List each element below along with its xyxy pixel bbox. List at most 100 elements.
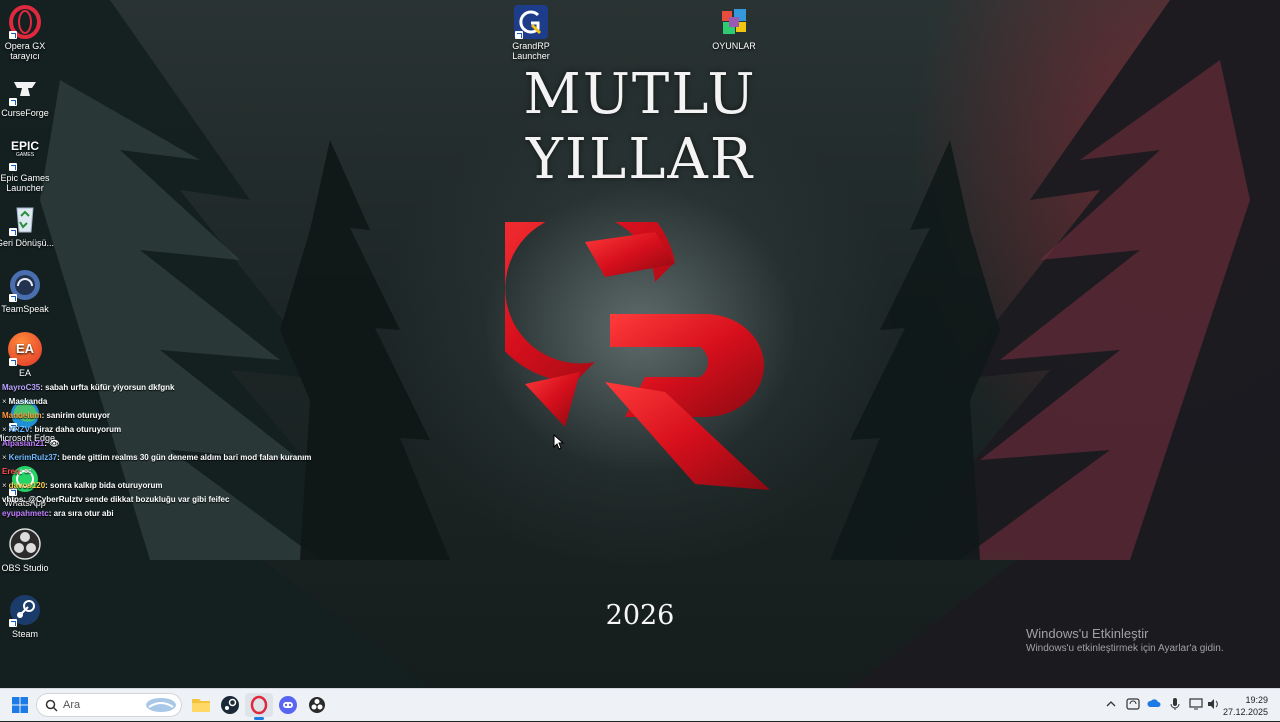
chat-text: : sanirim oturuyor — [41, 411, 111, 420]
chat-username: vhtps — [2, 495, 24, 504]
search-highlight-icon — [146, 698, 176, 712]
close-icon: × — [2, 425, 7, 434]
chat-text: : biraz daha oturuyorum — [29, 425, 122, 434]
obs-logo-icon — [8, 527, 42, 561]
opera-gx-icon[interactable]: Opera GX tarayıcı — [0, 5, 61, 61]
wallpaper-year: 2026 — [605, 600, 675, 631]
taskbar-obs-studio[interactable] — [303, 693, 331, 717]
recycle-bin-icon[interactable]: Geri Dönüşü... — [0, 202, 61, 248]
shortcut-arrow-icon — [9, 98, 17, 106]
shortcut-arrow-icon — [515, 31, 523, 39]
clock-time: 19:29 — [1245, 695, 1268, 705]
shortcut-arrow-icon — [9, 228, 17, 236]
start-button[interactable] — [6, 693, 34, 717]
oyunlar-folder-graphic-icon — [717, 5, 751, 39]
taskbar-discord[interactable] — [274, 693, 302, 717]
sync-icon[interactable] — [1126, 697, 1140, 711]
chat-username: Alpaslan21 — [2, 439, 45, 448]
epic-games-logo-icon: EPIC GAMES — [8, 137, 42, 171]
stream-chat-overlay: MayroC35: sabah urfta küfür yiyorsun dkf… — [2, 381, 311, 521]
teamspeak-icon[interactable]: TeamSpeak — [0, 268, 61, 314]
curseforge-icon[interactable]: CurseForge — [0, 72, 61, 118]
icon-label: EA — [18, 368, 31, 378]
epic-glyph: EPIC — [10, 139, 39, 153]
network-cloud-icon[interactable] — [1147, 697, 1161, 711]
taskbar-opera-gx[interactable] — [245, 693, 273, 720]
close-icon: × — [2, 481, 7, 490]
icon-label: GrandRP Launcher — [512, 41, 550, 61]
chat-message: × Maskanda — [2, 395, 302, 409]
obs-studio-icon — [309, 697, 325, 713]
chat-username: Eren — [2, 467, 20, 476]
taskbar-search-input[interactable]: Ara — [36, 693, 182, 717]
chat-text: : 👁 — [44, 439, 60, 448]
icon-label: TeamSpeak — [1, 304, 49, 314]
icon-label: Opera GX tarayıcı — [4, 41, 46, 61]
clock-date: 27.12.2025 — [1222, 707, 1268, 717]
close-icon: × — [2, 453, 7, 462]
shortcut-arrow-icon — [9, 31, 17, 39]
icon-label: Steam — [11, 629, 38, 639]
chat-username: Mandelum — [2, 411, 42, 420]
steam-logo-icon — [8, 593, 42, 627]
activation-title: Windows'u Etkinleştir — [1026, 626, 1149, 641]
file-explorer-icon — [192, 699, 210, 712]
volume-icon[interactable] — [1206, 697, 1220, 711]
chat-text: : sabah urfta küfür yiyorsun dkfgnk — [40, 383, 175, 392]
chat-username: KerimRulz37 — [8, 453, 58, 462]
display-icon[interactable] — [1189, 697, 1203, 711]
chat-message: × XRZV: biraz daha oturuyorum — [2, 423, 302, 437]
steam-icon — [221, 696, 239, 714]
opera-gx-logo-icon — [8, 5, 42, 39]
oyunlar-folder-icon[interactable]: OYUNLAR — [698, 5, 770, 51]
chat-username: davos120 — [8, 481, 46, 490]
icon-label: OBS Studio — [1, 563, 49, 573]
chat-message: Eren: ✉ — [2, 465, 302, 479]
chat-text: Maskanda — [8, 397, 48, 406]
epic-games-icon[interactable]: EPIC GAMES Epic Games Launcher — [0, 137, 61, 193]
activation-subtitle: Windows'u etkinleştirmek için Ayarlar'a … — [1026, 643, 1224, 654]
taskbar-clock[interactable]: 19:29 27.12.2025 — [1223, 694, 1268, 718]
steam-icon[interactable]: Steam — [0, 593, 61, 639]
opera-gx-icon — [250, 695, 268, 715]
icon-label: Geri Dönüşü... — [0, 238, 55, 248]
ea-logo-icon: EA — [8, 332, 42, 366]
chat-message: MayroC35: sabah urfta küfür yiyorsun dkf… — [2, 381, 302, 395]
desktop-wallpaper: MUTLU YILLAR 2026 — [0, 0, 1280, 688]
recycle-bin-graphic-icon — [8, 202, 42, 236]
chat-text: : sonra kalkıp bida oturuyorum — [45, 481, 163, 490]
grandrp-logo — [505, 222, 770, 490]
grandrp-launcher-icon[interactable]: GrandRP Launcher — [495, 5, 567, 61]
chat-message: × davos120: sonra kalkıp bida oturuyorum — [2, 479, 302, 493]
taskbar-file-explorer[interactable] — [187, 693, 215, 717]
pine-trees-right — [830, 0, 1280, 688]
shortcut-arrow-icon — [9, 619, 17, 627]
chat-text: : ✉ — [19, 467, 32, 476]
chat-message: Alpaslan21: 👁 — [2, 437, 302, 451]
chevron-up-icon[interactable] — [1104, 697, 1118, 711]
search-icon — [45, 699, 58, 712]
chat-text: : ara sıra otur abi — [48, 509, 114, 518]
shortcut-arrow-icon — [9, 294, 17, 302]
start-icon — [12, 697, 28, 713]
teamspeak-logo-icon — [8, 268, 42, 302]
chat-text: : bende gittim realms 30 gün deneme aldı… — [57, 453, 312, 462]
windows-activation-watermark: Windows'u Etkinleştir Windows'u etkinleş… — [1026, 626, 1224, 654]
microphone-icon[interactable] — [1168, 697, 1182, 711]
taskbar-steam[interactable] — [216, 693, 244, 717]
mouse-cursor-icon — [553, 434, 565, 450]
icon-label: Epic Games Launcher — [0, 173, 50, 193]
ea-icon[interactable]: EA EA — [0, 332, 61, 378]
chat-message: eyupahmetc: ara sıra otur abi — [2, 507, 302, 521]
taskbar: Ara 19:29 27.12.2025 — [0, 688, 1280, 721]
chat-message: × KerimRulz37: bende gittim realms 30 gün… — [2, 451, 311, 465]
chat-message: vhtps: @CyberRulztv sende dikkat bozuklu… — [2, 493, 302, 507]
chat-username: MayroC35 — [2, 383, 41, 392]
chat-message: Mandelum: sanirim oturuyor — [2, 409, 302, 423]
shortcut-arrow-icon — [9, 358, 17, 366]
chat-text: : @CyberRulztv sende dikkat bozukluğu va… — [23, 495, 230, 504]
icon-label: OYUNLAR — [712, 41, 756, 51]
search-placeholder: Ara — [63, 699, 81, 711]
obs-studio-icon[interactable]: OBS Studio — [0, 527, 61, 573]
chat-username: XRZV — [8, 425, 30, 434]
